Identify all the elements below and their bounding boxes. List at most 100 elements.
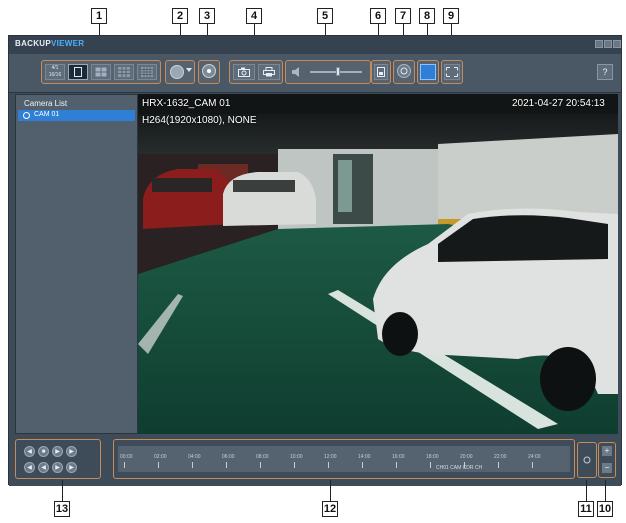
title-bar: BACKUP VIEWER	[9, 36, 621, 54]
callout-6: 6	[370, 8, 386, 24]
timeline-tick-label: 14:00	[358, 454, 371, 460]
callout-9: 9	[443, 8, 459, 24]
gear-icon	[400, 67, 408, 75]
skip-end-icon: ▶	[69, 465, 74, 471]
zoom-in-icon[interactable]: +	[602, 446, 612, 456]
timeline-tick-label: 20:00	[460, 454, 473, 460]
callout-11-leader	[586, 480, 587, 501]
chevron-down-icon[interactable]	[186, 68, 192, 72]
callout-10: 10	[597, 501, 613, 517]
timeline-tick	[226, 462, 227, 468]
close-icon[interactable]	[613, 40, 621, 48]
layout-count-button[interactable]: 4/1 16/16	[45, 64, 65, 80]
deinterlace-button[interactable]	[202, 64, 216, 78]
timeline-lock-control[interactable]	[577, 442, 597, 478]
rewind-button[interactable]: ◀	[24, 446, 35, 457]
capture-button[interactable]	[233, 64, 255, 80]
stop-icon: ■	[41, 449, 46, 455]
camera-icon	[238, 67, 250, 77]
printer-icon	[263, 67, 275, 77]
first-frame-button[interactable]: ◀	[24, 462, 35, 473]
camera-item-icon	[23, 112, 30, 119]
timeline-tick	[158, 462, 159, 468]
video-timestamp: 2021-04-27 20:54:13	[512, 98, 605, 109]
callout-8: 8	[419, 8, 435, 24]
audio-group	[285, 60, 371, 84]
play-button[interactable]: ▶	[52, 446, 63, 457]
app-title-accent: VIEWER	[51, 39, 85, 48]
layout-count-sublabel: 16/16	[48, 72, 62, 78]
zoom-out-icon[interactable]: −	[602, 463, 612, 473]
skip-start-icon: ◀	[27, 465, 32, 471]
fullscreen-button[interactable]	[420, 64, 436, 80]
timeline-tick-label: 10:00	[290, 454, 303, 460]
aspect-dropdown-group	[165, 60, 195, 84]
layout-1x1-button[interactable]	[68, 64, 88, 80]
disk-icon	[377, 67, 385, 77]
layout-3x3-button[interactable]	[114, 64, 134, 80]
play-icon: ▶	[55, 449, 60, 455]
layout-count-label: 4/1	[51, 65, 59, 71]
timeline[interactable]: 00:00 02:00 04:00 06:00 08:00 10:00 12:0…	[113, 439, 575, 479]
camera-item-label: CAM 01	[34, 111, 60, 118]
callout-7: 7	[395, 8, 411, 24]
backup-viewer-window: BACKUP VIEWER 4/1 16/16 ? Camera List CA…	[8, 35, 622, 486]
print-button[interactable]	[258, 64, 280, 80]
timeline-status: CH01 CAM CDR CH	[436, 465, 483, 471]
camera-list-item[interactable]: CAM 01	[18, 110, 135, 121]
timeline-tick-label: 00:00	[120, 454, 133, 460]
zoom-button[interactable]	[444, 64, 460, 80]
timeline-zoom-control[interactable]: + −	[598, 442, 616, 478]
callout-4: 4	[246, 8, 262, 24]
timeline-tick-label: 22:00	[494, 454, 507, 460]
expand-icon	[446, 67, 458, 77]
timeline-tick-label: 08:00	[256, 454, 269, 460]
help-button[interactable]: ?	[597, 64, 613, 80]
video-camera-title: HRX-1632_CAM 01	[142, 98, 231, 109]
maximize-icon[interactable]	[604, 40, 612, 48]
backup-group	[371, 60, 391, 84]
fast-forward-button[interactable]: ▶	[66, 446, 77, 457]
fast-forward-icon: ▶	[69, 449, 74, 455]
video-viewport[interactable]: HRX-1632_CAM 01 2021-04-27 20:54:13 H264…	[138, 94, 618, 434]
next-frame-button[interactable]: ▶	[52, 462, 63, 473]
capture-print-group	[229, 60, 283, 84]
callout-13-leader	[62, 480, 63, 501]
timeline-strip[interactable]: 00:00 02:00 04:00 06:00 08:00 10:00 12:0…	[118, 446, 570, 472]
timeline-tick	[328, 462, 329, 468]
quad-split-icon	[95, 67, 107, 77]
aspect-dropdown-button[interactable]	[170, 65, 184, 79]
layout-4x4-button[interactable]	[137, 64, 157, 80]
callout-5: 5	[317, 8, 333, 24]
timeline-tick	[124, 462, 125, 468]
settings-button[interactable]	[397, 64, 411, 78]
volume-slider-handle[interactable]	[336, 67, 340, 76]
timeline-tick	[396, 462, 397, 468]
layout-2x2-button[interactable]	[91, 64, 111, 80]
stop-button[interactable]: ■	[38, 446, 49, 457]
rewind-icon: ◀	[27, 449, 32, 455]
step-back-icon: ◀	[41, 465, 46, 471]
camera-list-title: Camera List	[24, 99, 68, 108]
step-forward-icon: ▶	[55, 465, 60, 471]
timeline-tick	[294, 462, 295, 468]
deinterlace-group	[198, 60, 220, 84]
timeline-tick	[192, 462, 193, 468]
backup-button[interactable]	[374, 64, 388, 80]
last-frame-button[interactable]: ▶	[66, 462, 77, 473]
dot-icon	[207, 69, 211, 73]
settings-group	[393, 60, 415, 84]
timeline-tick	[260, 462, 261, 468]
minimize-icon[interactable]	[595, 40, 603, 48]
timeline-tick-label: 06:00	[222, 454, 235, 460]
playback-controls: ◀ ■ ▶ ▶ ◀ ◀ ▶ ▶	[15, 439, 101, 479]
speaker-icon[interactable]	[291, 66, 303, 78]
callout-1: 1	[91, 8, 107, 24]
timeline-tick-label: 12:00	[324, 454, 337, 460]
timeline-tick	[362, 462, 363, 468]
callout-12: 12	[322, 501, 338, 517]
camera-feed-image	[138, 94, 618, 434]
timeline-tick-label: 16:00	[392, 454, 405, 460]
callout-11: 11	[578, 501, 594, 517]
prev-frame-button[interactable]: ◀	[38, 462, 49, 473]
